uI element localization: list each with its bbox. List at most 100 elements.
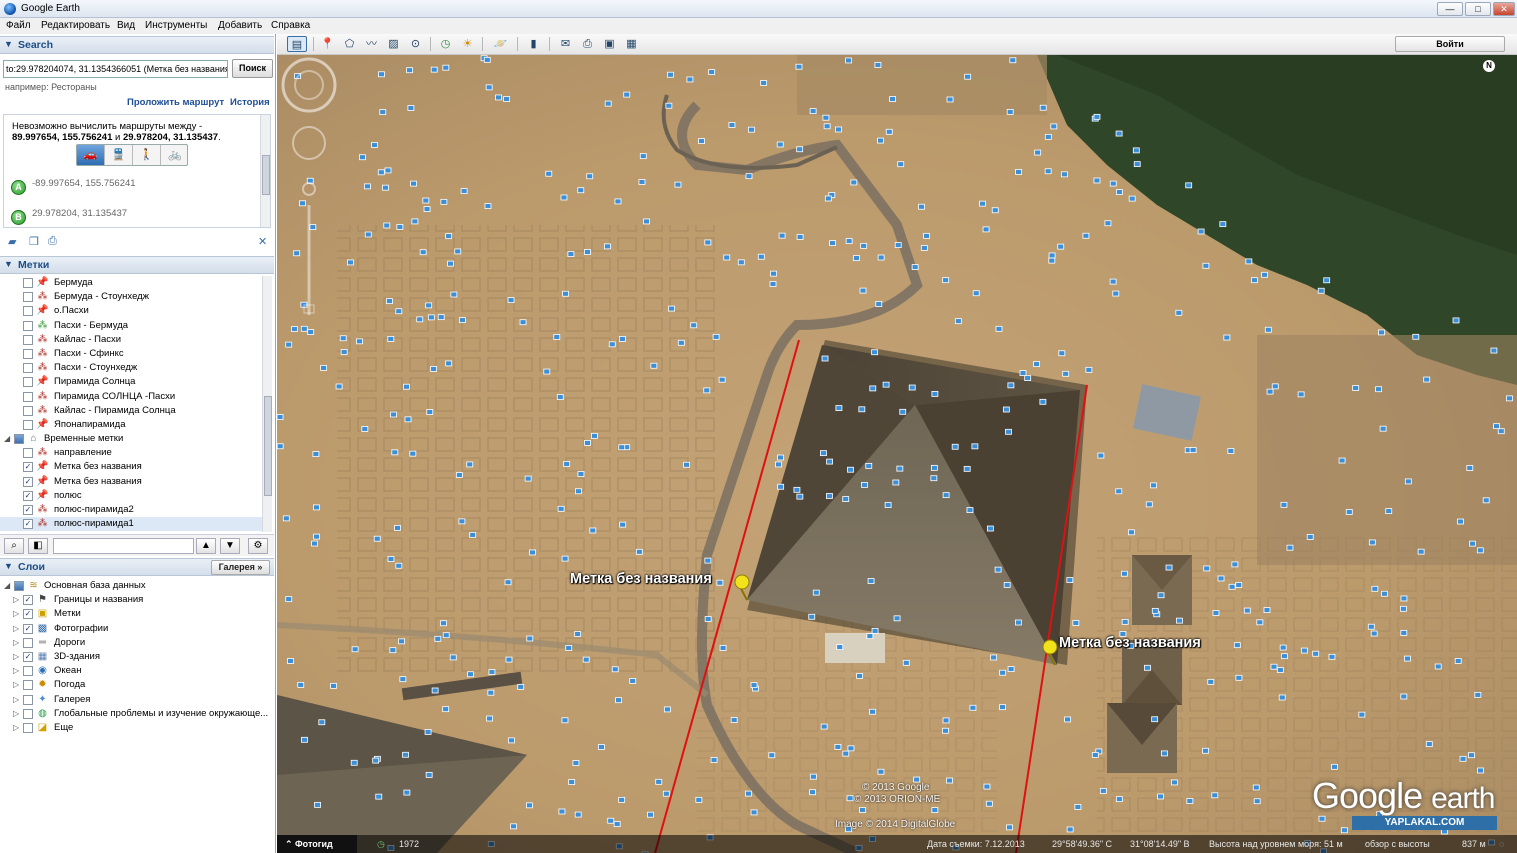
- map-view[interactable]: Метка без названия Метка без названия © …: [277, 55, 1517, 853]
- tour-icon[interactable]: ⚙: [248, 538, 268, 554]
- photo-marker-icon[interactable]: [1417, 548, 1425, 555]
- photo-marker-icon[interactable]: [1323, 277, 1331, 284]
- photo-marker-icon[interactable]: [869, 708, 876, 715]
- photo-marker-icon[interactable]: [567, 251, 575, 257]
- photo-marker-icon[interactable]: [402, 751, 409, 758]
- photo-marker-icon[interactable]: [1266, 388, 1274, 395]
- item-checkbox[interactable]: [23, 292, 33, 303]
- photo-marker-icon[interactable]: [882, 381, 890, 388]
- photo-marker-icon[interactable]: [1050, 123, 1058, 130]
- photo-marker-icon[interactable]: [618, 336, 626, 342]
- layer-item[interactable]: ▷ ✓ ⚑ Границы и названия: [0, 593, 274, 607]
- photo-marker-icon[interactable]: [1115, 189, 1123, 195]
- photo-marker-icon[interactable]: [850, 179, 858, 186]
- panel-toggle-icon[interactable]: ◧: [28, 538, 48, 554]
- view-in-maps-icon[interactable]: ▦: [623, 36, 640, 52]
- photo-marker-icon[interactable]: [1074, 804, 1082, 810]
- photo-marker-icon[interactable]: [662, 790, 670, 797]
- photo-marker-icon[interactable]: [1286, 544, 1294, 551]
- photo-marker-icon[interactable]: [730, 717, 738, 723]
- photo-marker-icon[interactable]: [454, 248, 462, 255]
- photo-marker-icon[interactable]: [1003, 582, 1011, 588]
- photo-marker-icon[interactable]: [1231, 561, 1239, 568]
- photo-marker-icon[interactable]: [1157, 592, 1165, 599]
- photo-marker-icon[interactable]: [1425, 741, 1433, 747]
- photo-marker-icon[interactable]: [607, 817, 615, 824]
- photo-marker-icon[interactable]: [829, 240, 837, 247]
- photo-marker-icon[interactable]: [437, 314, 445, 321]
- photo-marker-icon[interactable]: [972, 290, 980, 297]
- photo-marker-icon[interactable]: [425, 302, 433, 309]
- photo-marker-icon[interactable]: [1170, 779, 1178, 786]
- photo-marker-icon[interactable]: [449, 654, 457, 661]
- photo-marker-icon[interactable]: [350, 759, 358, 766]
- photo-marker-icon[interactable]: [313, 504, 320, 511]
- expand-up-icon[interactable]: ⌃: [285, 835, 293, 853]
- move-up-icon[interactable]: ▲: [196, 538, 216, 554]
- move-down-icon[interactable]: ▼: [220, 538, 240, 554]
- copy-icon[interactable]: ❐: [29, 235, 39, 248]
- temp-place-item[interactable]: ⁂ направление: [0, 446, 262, 460]
- place-item[interactable]: ⁂ Кайлас - Пирамида Солнца: [0, 404, 262, 418]
- sidebar-toggle-icon[interactable]: ▤: [287, 36, 307, 52]
- photo-marker-icon[interactable]: [1091, 752, 1099, 758]
- expand-node-icon[interactable]: ▷: [13, 721, 19, 735]
- photo-marker-icon[interactable]: [1048, 257, 1056, 264]
- photo-marker-icon[interactable]: [504, 579, 512, 586]
- photo-marker-icon[interactable]: [1270, 663, 1278, 670]
- photo-marker-icon[interactable]: [1185, 182, 1193, 189]
- photo-marker-icon[interactable]: [1112, 290, 1120, 297]
- temp-place-item[interactable]: ✓ 📌 полюс: [0, 489, 262, 503]
- photo-marker-icon[interactable]: [608, 341, 616, 348]
- photo-marker-icon[interactable]: [655, 778, 663, 785]
- photo-marker-icon[interactable]: [877, 254, 885, 261]
- photo-marker-icon[interactable]: [445, 360, 453, 367]
- photo-marker-icon[interactable]: [663, 706, 671, 713]
- photo-marker-icon[interactable]: [1006, 824, 1013, 831]
- bike-mode-icon[interactable]: 🚲: [161, 145, 189, 165]
- layer-item[interactable]: ▷ ✓ ▩ Фотографии: [0, 622, 274, 636]
- photo-marker-icon[interactable]: [1227, 448, 1235, 454]
- photo-marker-icon[interactable]: [1233, 642, 1241, 649]
- photo-marker-icon[interactable]: [1263, 607, 1271, 614]
- photo-marker-icon[interactable]: [318, 719, 326, 726]
- photo-marker-icon[interactable]: [639, 153, 647, 160]
- north-indicator[interactable]: N: [1483, 60, 1495, 72]
- collapse-node-icon[interactable]: ◢: [4, 579, 10, 593]
- photo-marker-icon[interactable]: [897, 161, 905, 168]
- photo-marker-icon[interactable]: [710, 757, 718, 763]
- photo-marker-icon[interactable]: [351, 646, 359, 653]
- photo-marker-icon[interactable]: [1469, 540, 1476, 547]
- photo-marker-icon[interactable]: [1197, 228, 1205, 235]
- layer-item[interactable]: ▷ ✓ ▦ 3D-здания: [0, 650, 274, 664]
- photo-marker-icon[interactable]: [287, 658, 294, 664]
- photo-marker-icon[interactable]: [911, 264, 919, 270]
- photo-marker-icon[interactable]: [589, 527, 597, 534]
- photo-marker-icon[interactable]: [942, 492, 950, 499]
- photo-marker-icon[interactable]: [1412, 333, 1420, 340]
- photo-marker-icon[interactable]: [346, 259, 354, 266]
- photo-marker-icon[interactable]: [835, 126, 842, 133]
- photo-marker-icon[interactable]: [487, 689, 495, 696]
- photo-marker-icon[interactable]: [1317, 287, 1325, 294]
- add-path-icon[interactable]: 〰: [363, 36, 380, 52]
- photo-marker-icon[interactable]: [1280, 653, 1288, 660]
- photo-marker-icon[interactable]: [1493, 423, 1500, 430]
- photo-marker-icon[interactable]: [777, 483, 785, 490]
- photo-marker-icon[interactable]: [507, 737, 515, 744]
- photo-marker-icon[interactable]: [442, 706, 450, 713]
- photo-marker-icon[interactable]: [1058, 350, 1066, 357]
- photo-marker-icon[interactable]: [383, 222, 391, 229]
- photo-marker-icon[interactable]: [893, 615, 901, 622]
- photo-marker-icon[interactable]: [1506, 395, 1513, 402]
- photo-marker-icon[interactable]: [1109, 278, 1117, 285]
- place-item[interactable]: 📌 Пирамида Солнца: [0, 375, 262, 389]
- photo-marker-icon[interactable]: [297, 681, 305, 688]
- photo-marker-icon[interactable]: [483, 56, 491, 63]
- photo-marker-icon[interactable]: [1039, 398, 1047, 405]
- photo-marker-icon[interactable]: [1048, 252, 1056, 259]
- photo-marker-icon[interactable]: [946, 777, 953, 784]
- photo-marker-icon[interactable]: [704, 239, 712, 246]
- photo-marker-icon[interactable]: [986, 525, 994, 532]
- photo-marker-icon[interactable]: [683, 461, 690, 468]
